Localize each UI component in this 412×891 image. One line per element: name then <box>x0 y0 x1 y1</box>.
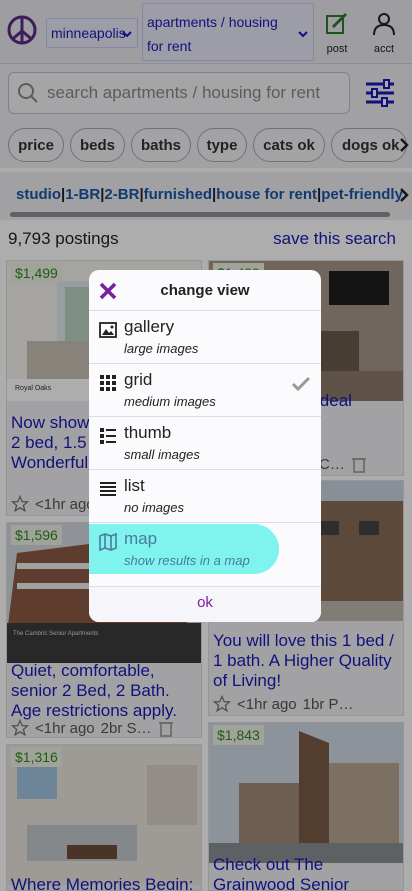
option-desc: medium images <box>124 394 216 409</box>
view-option-grid[interactable]: grid medium images <box>89 363 321 416</box>
option-name: map <box>124 529 158 548</box>
option-name: gallery <box>124 317 175 336</box>
option-desc: no images <box>124 500 184 515</box>
view-option-list[interactable]: list no images <box>89 469 321 522</box>
option-name: list <box>124 476 145 495</box>
change-view-dialog: change view gallery large images grid me… <box>89 270 321 622</box>
option-desc: show results in a map <box>124 553 250 568</box>
dialog-title: change view <box>160 282 250 299</box>
map-icon <box>99 533 117 551</box>
view-option-gallery[interactable]: gallery large images <box>89 310 321 363</box>
checkmark-icon <box>291 376 311 392</box>
option-desc: large images <box>124 341 199 356</box>
option-name: grid <box>124 370 153 389</box>
grid-icon <box>100 375 116 391</box>
list-icon <box>100 482 116 496</box>
image-icon <box>99 322 117 338</box>
option-desc: small images <box>124 447 200 462</box>
thumb-list-icon <box>100 428 116 444</box>
ok-button[interactable]: ok <box>89 586 321 622</box>
option-name: thumb <box>124 423 172 442</box>
view-option-map[interactable]: map show results in a map <box>89 522 321 575</box>
view-option-thumb[interactable]: thumb small images <box>89 416 321 469</box>
